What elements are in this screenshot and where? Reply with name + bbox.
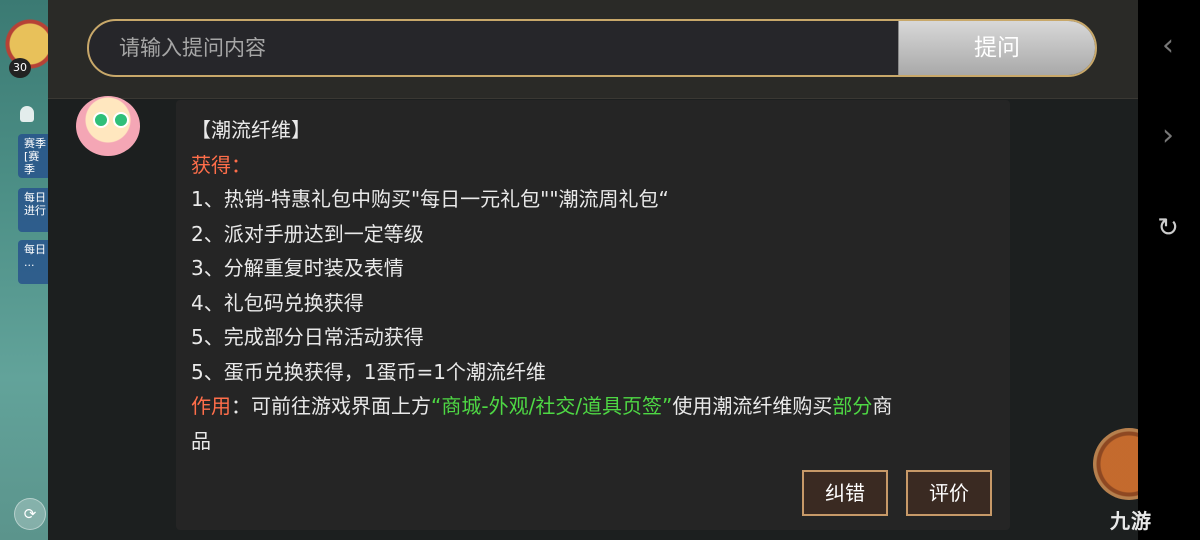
bot-eye-right bbox=[113, 112, 129, 128]
search-bar-area: 提问 bbox=[48, 0, 1138, 99]
report-error-button[interactable]: 纠错 bbox=[802, 470, 888, 516]
usage-line-2: 品 bbox=[191, 428, 211, 453]
usage-mid: 使用潮流纤维购买 bbox=[672, 394, 833, 418]
reload-icon[interactable]: ↻ bbox=[1152, 212, 1184, 244]
answer-title: 【潮流纤维】 bbox=[191, 118, 311, 142]
answer-card: 【潮流纤维】 获得： 1、热销-特惠礼包中购买"每日一元礼包""潮流周礼包“ 2… bbox=[176, 100, 1010, 530]
usage-label: 作用 bbox=[191, 394, 231, 418]
bot-avatar bbox=[76, 96, 140, 156]
forward-arrow-icon[interactable]: › bbox=[1152, 120, 1184, 152]
refresh-icon[interactable]: ⟳ bbox=[14, 498, 46, 530]
list-item: 5、蛋币兑换获得，1蛋币=1个潮流纤维 bbox=[191, 359, 546, 384]
daily-tag-2[interactable]: 每日 ... bbox=[18, 240, 48, 284]
game-side-strip: 30 赛季 [赛季 每日 进行 每日 ... ⟳ bbox=[0, 0, 48, 540]
list-item: 3、分解重复时装及表情 bbox=[191, 256, 404, 280]
watermark-logo: 九游 bbox=[1110, 509, 1152, 533]
list-item: 4、礼包码兑换获得 bbox=[191, 290, 364, 315]
usage-partial: 部分 bbox=[832, 394, 873, 418]
nav-strip: ‹ › ↻ bbox=[1138, 0, 1200, 540]
ghost-icon[interactable] bbox=[20, 106, 34, 122]
search-box: 提问 bbox=[87, 19, 1097, 77]
season-tag[interactable]: 赛季 [赛季 bbox=[18, 134, 48, 178]
rate-button[interactable]: 评价 bbox=[906, 470, 992, 516]
usage-pre: ：可前往游戏界面上方 bbox=[231, 394, 431, 418]
back-arrow-icon[interactable]: ‹ bbox=[1152, 30, 1184, 62]
usage-highlight: “商城-外观/社交/道具页签” bbox=[431, 394, 673, 418]
daily-tag[interactable]: 每日 进行 bbox=[18, 188, 48, 232]
answer-text: 【潮流纤维】 获得： 1、热销-特惠礼包中购买"每日一元礼包""潮流周礼包“ 2… bbox=[191, 113, 1001, 458]
usage-line: 作用：可前往游戏界面上方“商城-外观/社交/道具页签”使用潮流纤维购买部分商 bbox=[191, 389, 1001, 424]
question-input[interactable] bbox=[89, 21, 901, 75]
usage-post: 商 bbox=[872, 394, 893, 418]
qa-panel: 提问 【潮流纤维】 获得： 1、热销-特惠礼包中购买"每日一元礼包""潮流周礼包… bbox=[48, 0, 1165, 540]
level-badge: 30 bbox=[9, 58, 31, 78]
list-item: 2、派对手册达到一定等级 bbox=[191, 221, 424, 246]
ask-button[interactable]: 提问 bbox=[898, 21, 1095, 75]
bot-eye-left bbox=[93, 112, 109, 128]
list-item: 5、完成部分日常活动获得 bbox=[191, 325, 424, 349]
obtain-label: 获得： bbox=[191, 152, 251, 177]
list-item: 1、热销-特惠礼包中购买"每日一元礼包""潮流周礼包“ bbox=[191, 187, 669, 211]
